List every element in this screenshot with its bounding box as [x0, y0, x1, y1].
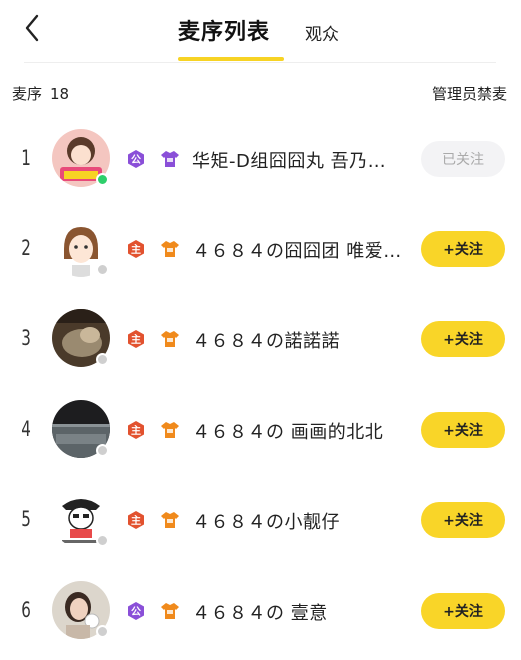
follow-button[interactable]: +关注 [421, 502, 505, 538]
orange-shirt-icon [160, 329, 180, 349]
host-badge-icon: 主 [126, 239, 146, 259]
following-button[interactable]: 已关注 [421, 141, 505, 177]
offline-status-icon [96, 444, 109, 457]
public-badge-icon: 公 [126, 149, 146, 169]
user-name[interactable]: ４６８４の諾諾諾 [192, 327, 410, 353]
queue-row[interactable]: 3 主 ４６８４の諾諾諾 +关注 [0, 300, 521, 380]
online-status-icon [96, 173, 109, 186]
offline-status-icon [96, 534, 109, 547]
user-name[interactable]: ４６８４の小靓仔 [192, 508, 410, 534]
follow-button[interactable]: +关注 [421, 412, 505, 448]
active-tab-indicator [178, 57, 284, 61]
svg-text:主: 主 [131, 333, 141, 346]
tab-mic-queue[interactable]: 麦序列表 [178, 14, 270, 46]
chevron-left-icon [25, 14, 39, 42]
rank-number: 5 [21, 507, 31, 531]
follow-button[interactable]: +关注 [421, 593, 505, 629]
back-button[interactable] [16, 12, 48, 44]
queue-row[interactable]: 5 主 ４６８４の小靓仔 +关注 [0, 481, 521, 561]
queue-info-bar: 麦序 18 管理员禁麦 [0, 78, 521, 106]
rank-number: 6 [21, 598, 31, 622]
orange-shirt-icon [160, 510, 180, 530]
rank-number: 1 [21, 146, 31, 170]
offline-status-icon [96, 625, 109, 638]
header: 麦序列表 观众 [0, 0, 521, 62]
queue-label-text: 麦序 [12, 85, 43, 103]
queue-count-label: 麦序 18 [12, 83, 69, 104]
svg-text:主: 主 [131, 514, 141, 527]
rank-number: 2 [21, 236, 31, 260]
orange-shirt-icon [160, 601, 180, 621]
svg-text:公: 公 [131, 154, 141, 166]
orange-shirt-icon [160, 420, 180, 440]
host-badge-icon: 主 [126, 510, 146, 530]
host-badge-icon: 主 [126, 329, 146, 349]
rank-number: 4 [21, 417, 31, 441]
host-badge-icon: 主 [126, 420, 146, 440]
user-name[interactable]: ４６８４の囧囧团 唯爱… [192, 237, 410, 263]
orange-shirt-icon [160, 239, 180, 259]
tab-audience[interactable]: 观众 [305, 20, 339, 45]
queue-count: 18 [50, 85, 70, 103]
header-divider [24, 62, 496, 63]
queue-row[interactable]: 4 主 ４６８４の 画画的北北 +关注 [0, 391, 521, 471]
user-name[interactable]: ４６８４の 画画的北北 [192, 418, 410, 444]
queue-row[interactable]: 6 公 ４６８４の 壹意 +关注 [0, 572, 521, 652]
offline-status-icon [96, 263, 109, 276]
admin-mute-button[interactable]: 管理员禁麦 [432, 83, 507, 104]
rank-number: 3 [21, 326, 31, 350]
user-name[interactable]: ４６８４の 壹意 [192, 599, 410, 625]
user-name[interactable]: 华矩-D组囧囧丸 吾乃… [192, 147, 410, 173]
public-badge-icon: 公 [126, 601, 146, 621]
follow-button[interactable]: +关注 [421, 231, 505, 267]
purple-shirt-icon [160, 149, 180, 169]
queue-row[interactable]: 2 主 ４６８４の囧囧团 唯爱… +关注 [0, 210, 521, 290]
queue-row[interactable]: 1 公 华矩-D组囧囧丸 吾乃… 已关注 [0, 120, 521, 200]
offline-status-icon [96, 353, 109, 366]
follow-button[interactable]: +关注 [421, 321, 505, 357]
svg-text:公: 公 [131, 606, 141, 618]
svg-text:主: 主 [131, 243, 141, 256]
svg-text:主: 主 [131, 424, 141, 437]
